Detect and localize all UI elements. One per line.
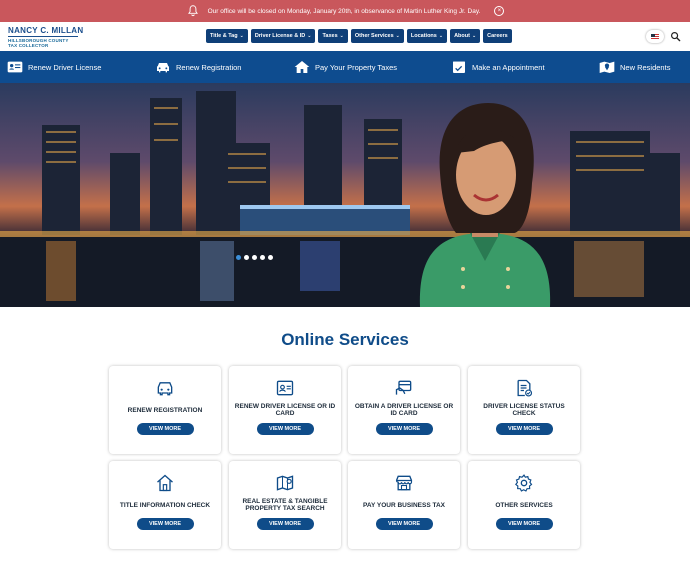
view-more-button[interactable]: VIEW MORE	[375, 518, 433, 530]
id-card-icon	[276, 380, 294, 396]
document-check-icon	[517, 379, 533, 397]
site-logo[interactable]: NANCY C. MILLAN HILLSBOROUGH COUNTY TAX …	[8, 27, 83, 48]
carousel-dot[interactable]	[236, 255, 241, 260]
view-more-button[interactable]: VIEW MORE	[136, 423, 194, 435]
language-selector[interactable]	[646, 30, 664, 43]
search-icon[interactable]	[670, 31, 681, 42]
quick-actions-bar: Renew Driver License Renew Registration …	[0, 51, 690, 83]
logo-name: NANCY C. MILLAN	[8, 26, 84, 35]
service-card-other-services: OTHER SERVICES VIEW MORE	[468, 461, 580, 549]
nav-locations[interactable]: Locations ⌄	[406, 29, 448, 43]
carousel-dots	[236, 255, 273, 260]
action-renew-registration[interactable]: Renew Registration	[155, 51, 241, 83]
storefront-icon	[395, 475, 413, 491]
gear-icon	[515, 474, 533, 492]
card-hand-icon	[395, 380, 412, 395]
carousel-dot[interactable]	[244, 255, 249, 260]
logo-divider	[8, 36, 78, 37]
chevron-down-icon: ⌄	[307, 33, 312, 39]
nav-driver-license-id[interactable]: Driver License & ID ⌄	[250, 29, 316, 43]
site-header: NANCY C. MILLAN HILLSBOROUGH COUNTY TAX …	[0, 22, 690, 51]
service-card-pay-business-tax: PAY YOUR BUSINESS TAX VIEW MORE	[348, 461, 460, 549]
nav-title-tag[interactable]: Title & Tag ⌄	[206, 29, 248, 43]
logo-office: TAX COLLECTOR	[8, 43, 49, 48]
house-icon	[294, 61, 310, 73]
nav-about[interactable]: About ⌄	[450, 29, 481, 43]
car-icon	[157, 382, 173, 396]
carousel-dot[interactable]	[252, 255, 257, 260]
alert-message: Our office will be closed on Monday, Jan…	[207, 7, 481, 15]
car-icon	[157, 63, 169, 73]
close-icon: ×	[497, 8, 502, 14]
chevron-down-icon: ⌄	[395, 33, 400, 39]
view-more-button[interactable]: VIEW MORE	[256, 518, 314, 530]
view-more-button[interactable]: VIEW MORE	[495, 518, 553, 530]
service-card-renew-registration: RENEW REGISTRATION VIEW MORE	[109, 366, 221, 454]
chevron-down-icon: ⌄	[471, 33, 477, 39]
action-make-appointment[interactable]: Make an Appointment	[451, 51, 545, 83]
hero-banner	[0, 83, 690, 307]
service-card-license-status-check: DRIVER LICENSE STATUS CHECK VIEW MORE	[468, 366, 580, 454]
map-icon	[276, 475, 294, 491]
view-more-button[interactable]: VIEW MORE	[495, 423, 553, 435]
id-card-icon	[7, 61, 23, 73]
carousel-dot[interactable]	[260, 255, 265, 260]
close-alert-button[interactable]: ×	[494, 6, 505, 16]
closure-alert-bar: Our office will be closed on Monday, Jan…	[0, 0, 690, 22]
map-pin-icon	[599, 61, 615, 73]
service-card-obtain-driver-license: OBTAIN A DRIVER LICENSE OR ID CARD VIEW …	[348, 366, 460, 454]
view-more-button[interactable]: VIEW MORE	[256, 423, 314, 435]
online-services-heading: Online Services	[281, 330, 409, 349]
city-skyline-illustration	[0, 83, 690, 307]
chevron-down-icon: ⌄	[438, 33, 444, 39]
main-nav: Title & Tag ⌄ Driver License & ID ⌄ Taxes ⌄…	[206, 29, 512, 43]
service-card-title-information: TITLE INFORMATION CHECK VIEW MORE	[109, 461, 221, 549]
view-more-button[interactable]: VIEW MORE	[136, 518, 194, 530]
bell-icon	[187, 5, 198, 17]
chevron-down-icon: ⌄	[339, 33, 344, 39]
action-renew-driver-license[interactable]: Renew Driver License	[7, 51, 101, 83]
us-flag-icon	[651, 34, 659, 39]
service-card-renew-driver-license: RENEW DRIVER LICENSE OR ID CARD VIEW MOR…	[229, 366, 341, 454]
action-pay-property-taxes[interactable]: Pay Your Property Taxes	[294, 51, 397, 83]
nav-careers[interactable]: Careers	[483, 29, 512, 43]
nav-other-services[interactable]: Other Services ⌄	[350, 29, 404, 43]
nav-taxes[interactable]: Taxes ⌄	[318, 29, 348, 43]
action-new-residents[interactable]: New Residents	[599, 51, 670, 83]
calendar-check-icon	[453, 61, 465, 73]
tax-collector-portrait	[419, 103, 551, 307]
service-card-property-tax-search: REAL ESTATE & TANGIBLE PROPERTY TAX SEAR…	[229, 461, 341, 549]
chevron-down-icon: ⌄	[239, 33, 244, 39]
carousel-dot[interactable]	[268, 255, 273, 260]
view-more-button[interactable]: VIEW MORE	[375, 423, 433, 435]
house-icon	[157, 474, 173, 492]
